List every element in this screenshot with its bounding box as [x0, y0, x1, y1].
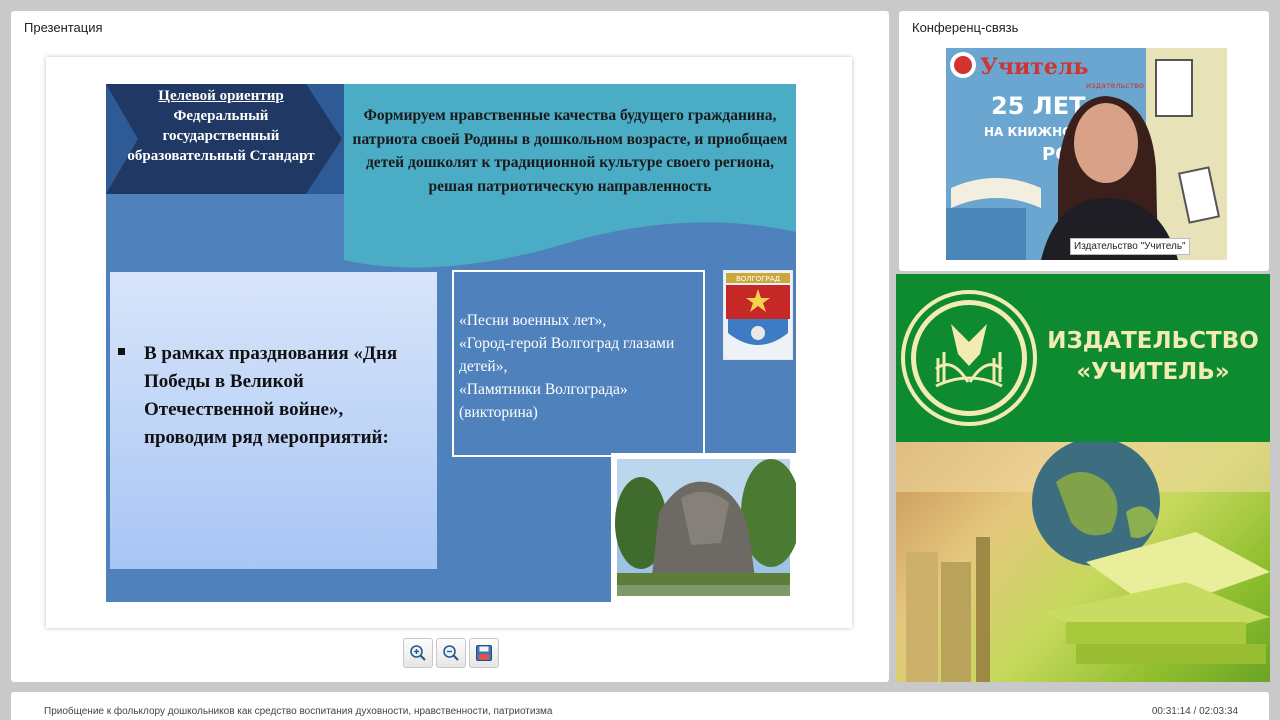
video-participant-label: Издательство "Учитель": [1070, 238, 1190, 255]
zoom-out-icon: [443, 645, 459, 661]
presentation-panel: Презентация Целевой ориентир Федеральный…: [11, 11, 889, 682]
banner-text: Формируем нравственные качества будущего…: [352, 107, 788, 195]
event-item: «Песни военных лет»,: [459, 312, 607, 329]
video-frame-image: Учитель издательство 25 ЛЕТ НА КНИЖНОМ Р…: [946, 48, 1227, 260]
coat-label: ВОЛГОГРАД: [736, 275, 781, 283]
video-banner-years: 25 ЛЕТ: [991, 92, 1086, 120]
books-globe-image: [896, 438, 1270, 682]
publisher-name-line2: «УЧИТЕЛЬ»: [1076, 359, 1230, 385]
zoom-in-icon: [410, 645, 426, 661]
zoom-toolbar: [403, 638, 499, 668]
video-banner-logo: Учитель: [980, 54, 1088, 80]
target-heading: Целевой ориентир: [158, 88, 284, 104]
footer-bar: Приобщение к фольклору дошкольников как …: [11, 692, 1269, 720]
event-item: «Памятники Волгограда» (викторина): [459, 381, 628, 421]
events-list: «Песни военных лет», «Город-герой Волгог…: [459, 309, 699, 424]
slide-frame: Целевой ориентир Федеральный государстве…: [46, 57, 852, 628]
video-banner-sub: издательство: [1086, 81, 1144, 90]
slide: Целевой ориентир Федеральный государстве…: [106, 84, 796, 602]
target-text: Целевой ориентир Федеральный государстве…: [126, 86, 316, 166]
publisher-banner-image: [896, 438, 1270, 682]
publisher-logo-icon: [901, 290, 1037, 426]
publisher-banner: ИЗДАТЕЛЬСТВО «УЧИТЕЛЬ»: [896, 274, 1270, 682]
coat-of-arms-image: ВОЛГОГРАД: [724, 271, 792, 359]
memorial-photo-image: [615, 459, 796, 596]
conference-panel: Конференц-связь Учитель издательство 25 …: [899, 11, 1269, 271]
target-body: Федеральный государственный образователь…: [127, 108, 315, 164]
publisher-name-line1: ИЗДАТЕЛЬСТВО: [1047, 328, 1259, 354]
playback-time: 00:31:14 / 02:03:34: [1151, 706, 1238, 717]
save-button[interactable]: [469, 638, 499, 668]
left-text: В рамках празднования «Дня Победы в Вели…: [144, 343, 398, 448]
presentation-panel-title: Презентация: [24, 20, 103, 35]
video-feed[interactable]: Учитель издательство 25 ЛЕТ НА КНИЖНОМ Р…: [946, 48, 1227, 260]
zoom-in-button[interactable]: [403, 638, 433, 668]
volgograd-coat-of-arms: ВОЛГОГРАД: [723, 270, 793, 360]
bullet-marker: [118, 348, 125, 355]
save-icon: [476, 645, 492, 661]
conference-panel-title: Конференц-связь: [912, 20, 1019, 35]
event-item: «Город-герой Волгоград глазами детей»,: [459, 335, 675, 375]
webinar-title: Приобщение к фольклору дошкольников как …: [44, 706, 553, 717]
publisher-banner-top: ИЗДАТЕЛЬСТВО «УЧИТЕЛЬ»: [896, 274, 1270, 442]
zoom-out-button[interactable]: [436, 638, 466, 668]
publisher-name: ИЗДАТЕЛЬСТВО «УЧИТЕЛЬ»: [1046, 326, 1260, 388]
memorial-photo: [611, 453, 796, 602]
